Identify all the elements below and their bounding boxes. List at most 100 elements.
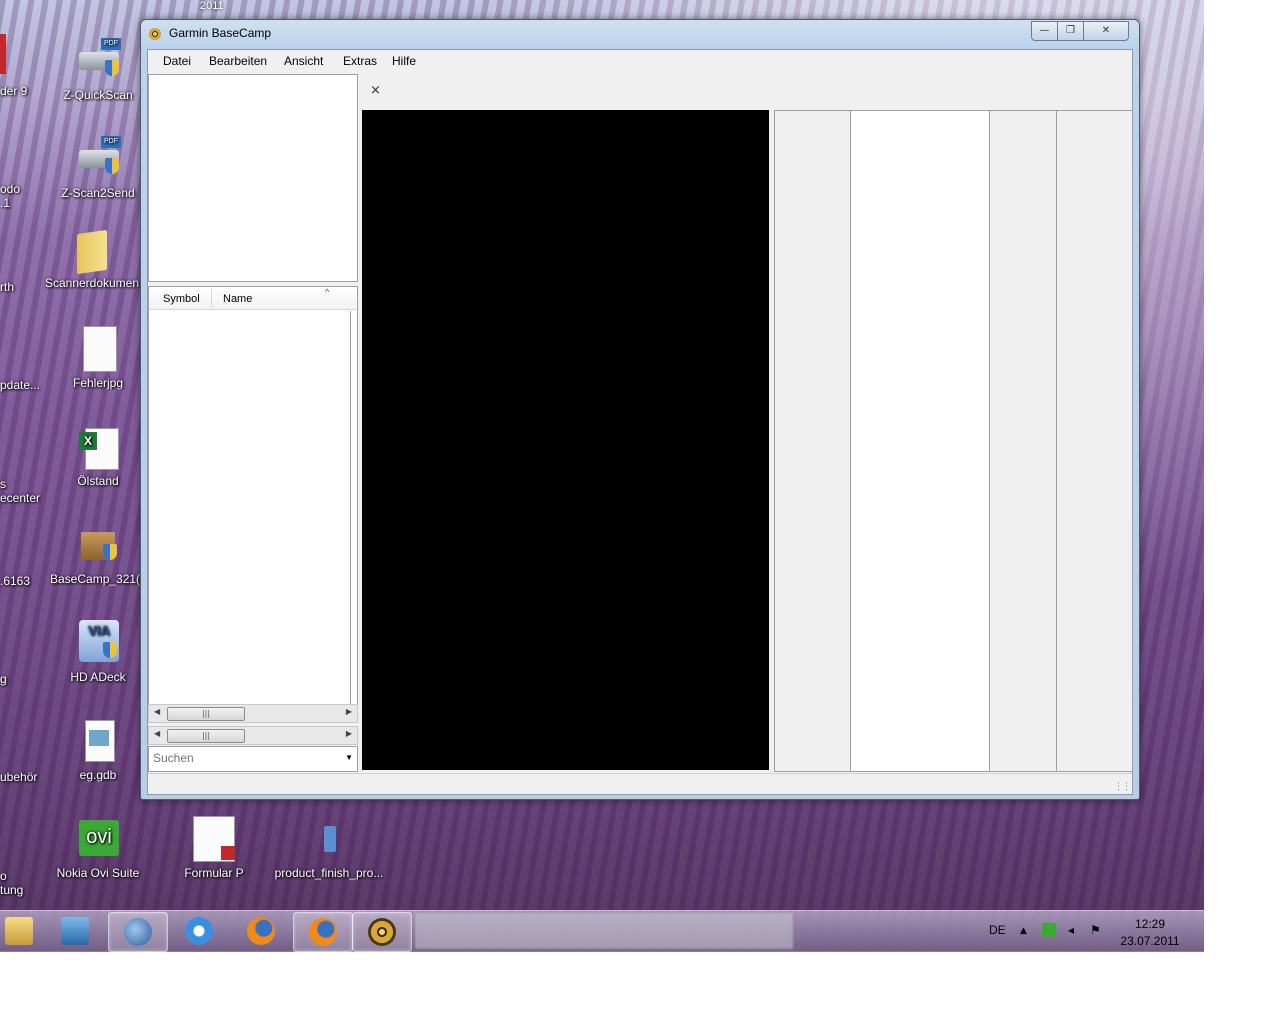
- library-tree-panel[interactable]: [148, 74, 358, 282]
- desktop-icon-label: eg.gdb: [79, 768, 117, 782]
- desktop-edge-label: o: [0, 869, 7, 883]
- grid-column: [775, 111, 851, 771]
- desktop-edge-label: rth: [0, 280, 15, 294]
- column-header-name[interactable]: Name: [223, 293, 252, 305]
- basecamp-window: Garmin BaseCamp — ❐ ✕ Datei Bearbeiten A…: [140, 19, 1140, 800]
- column-divider[interactable]: [211, 289, 212, 307]
- list-header: Symbol Name ^: [149, 287, 357, 310]
- folder-icon: [5, 917, 33, 945]
- scroll-right-icon[interactable]: ▶: [346, 707, 352, 716]
- document-icon: [75, 326, 121, 372]
- menu-ansicht[interactable]: Ansicht: [284, 54, 323, 68]
- volume-icon[interactable]: ◂: [1068, 923, 1074, 937]
- desktop-icon-scannerdokumente[interactable]: Scannerdokumen: [44, 226, 140, 290]
- scanner-icon: PDF: [75, 38, 121, 84]
- desktop-icon-fehlerjpg[interactable]: Fehlerjpg: [50, 326, 146, 390]
- menu-hilfe[interactable]: Hilfe: [392, 54, 416, 68]
- desktop-edge-label: g: [0, 672, 7, 686]
- scroll-thumb[interactable]: |||: [167, 729, 245, 743]
- desktop-icon-eg-gdb[interactable]: eg.gdb: [50, 718, 146, 782]
- action-center-flag-icon[interactable]: ⚑: [1090, 923, 1101, 937]
- close-icon: ✕: [1101, 25, 1111, 36]
- firefox-icon: [247, 917, 275, 945]
- grid-column: [990, 111, 1057, 771]
- language-indicator[interactable]: DE: [989, 923, 1006, 937]
- search-input[interactable]: [153, 751, 333, 765]
- desktop-edge-label: s: [0, 477, 6, 491]
- thunderbird-icon: [124, 918, 152, 946]
- resize-grip-icon[interactable]: ⋮⋮: [1114, 782, 1131, 792]
- via-icon: VIA: [75, 620, 121, 666]
- window-title: Garmin BaseCamp: [169, 26, 272, 40]
- clock-time: 12:29: [1134, 917, 1166, 931]
- scroll-thumb[interactable]: |||: [167, 707, 245, 721]
- installer-icon: [75, 522, 121, 568]
- basecamp-app-icon: [149, 28, 161, 40]
- column-header-symbol[interactable]: Symbol: [163, 293, 200, 305]
- data-grid-panel[interactable]: [774, 110, 1133, 772]
- desktop-icon-nokia-ovi-suite[interactable]: ovi Nokia Ovi Suite: [50, 816, 146, 880]
- desktop-icon-product-finish[interactable]: product_finish_pro...: [273, 816, 385, 880]
- desktop-icon-formular-p[interactable]: Formular P: [166, 816, 262, 880]
- desktop-icon-hd-adeck[interactable]: VIA HD ADeck: [50, 620, 146, 684]
- status-bar: ⋮⋮: [148, 773, 1132, 794]
- taskbar-internet-explorer[interactable]: [170, 912, 228, 950]
- desktop-icon-label: Formular P: [184, 866, 244, 880]
- sort-ascending-icon: ^: [325, 287, 330, 297]
- desktop-icon-label: Z-QuickScan: [63, 88, 133, 102]
- vertical-scrollbar[interactable]: [350, 311, 351, 717]
- taskbar-explorer[interactable]: [0, 912, 48, 950]
- desktop-icon-label: Nokia Ovi Suite: [56, 866, 140, 880]
- ovi-icon: ovi: [75, 816, 121, 862]
- restore-icon: ❐: [1066, 25, 1075, 36]
- title-bar[interactable]: Garmin BaseCamp — ❐ ✕: [141, 20, 1139, 48]
- desktop-icon-olstand[interactable]: X Ölstand: [50, 424, 146, 488]
- show-hidden-icons-icon[interactable]: ▲: [1020, 926, 1027, 936]
- taskbar-basecamp[interactable]: [352, 912, 412, 952]
- desktop-icon-z-quickscan[interactable]: PDF Z-QuickScan: [50, 38, 146, 102]
- clock[interactable]: 12:29 23.07.2011: [1118, 916, 1182, 950]
- edge-app-icon[interactable]: [0, 34, 6, 74]
- desktop-edge-label: ubehör: [0, 770, 38, 784]
- item-list-panel[interactable]: Symbol Name ^: [148, 286, 358, 722]
- file-icon: [306, 816, 352, 862]
- maximize-button[interactable]: ❐: [1057, 21, 1084, 41]
- search-dropdown-icon[interactable]: ▼: [345, 753, 353, 762]
- horizontal-scrollbar-2[interactable]: ◀ ||| ▶: [148, 726, 358, 745]
- desktop-edge-label: der 9: [0, 84, 28, 98]
- firefox-icon: [309, 918, 337, 946]
- internet-explorer-icon: [185, 917, 213, 945]
- media-player-icon: [61, 917, 89, 945]
- menu-bar: Datei Bearbeiten Ansicht Extras Hilfe: [148, 50, 1132, 72]
- scroll-right-icon[interactable]: ▶: [346, 729, 352, 738]
- map-view[interactable]: [362, 110, 769, 770]
- desktop-edge-label: ecenter: [0, 491, 41, 505]
- menu-datei[interactable]: Datei: [163, 54, 191, 68]
- excel-icon: X: [75, 424, 121, 470]
- desktop-icon-basecamp-installer[interactable]: BaseCamp_321(2: [50, 522, 146, 586]
- taskbar-firefox-1[interactable]: [232, 912, 290, 950]
- taskbar-thunderbird[interactable]: [108, 912, 168, 952]
- horizontal-scrollbar-1[interactable]: ◀ ||| ▶: [148, 704, 358, 723]
- window-client-area: Datei Bearbeiten Ansicht Extras Hilfe Sy…: [147, 49, 1133, 795]
- scanner-icon: PDF: [75, 136, 121, 182]
- desktop-icon-label: Z-Scan2Send: [61, 186, 135, 200]
- desktop-icon-z-scan2send[interactable]: PDF Z-Scan2Send: [50, 136, 146, 200]
- close-button[interactable]: ✕: [1083, 21, 1129, 41]
- taskbar-media-player[interactable]: [46, 912, 104, 950]
- scroll-left-icon[interactable]: ◀: [154, 729, 160, 738]
- menu-bearbeiten[interactable]: Bearbeiten: [209, 54, 267, 68]
- pdf-icon: [191, 816, 237, 862]
- search-box[interactable]: ▼: [148, 746, 358, 772]
- network-icon[interactable]: [1042, 923, 1056, 937]
- taskbar-firefox-2[interactable]: [293, 912, 353, 952]
- desktop-icon-label: Scannerdokumen: [44, 276, 140, 290]
- folder-icon: [69, 226, 115, 275]
- grid-column: [851, 111, 990, 771]
- desktop-edge-label: odo: [0, 182, 21, 196]
- scroll-left-icon[interactable]: ◀: [154, 707, 160, 716]
- tab-close-icon[interactable]: ×: [370, 83, 381, 98]
- menu-extras[interactable]: Extras: [343, 54, 377, 68]
- desktop-edge-label: .6163: [0, 574, 31, 588]
- minimize-button[interactable]: —: [1031, 21, 1058, 41]
